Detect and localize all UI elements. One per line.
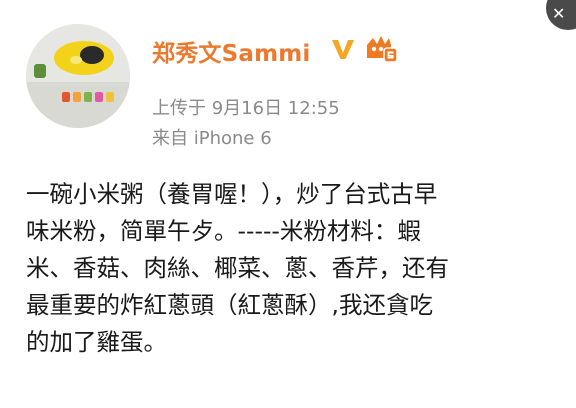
avatar[interactable] [26,24,130,128]
content-line: 味米粉，简單午歺。-----米粉材料：蝦 [26,217,421,245]
timestamp-value: 9月16日 12:55 [211,98,340,119]
timestamp-prefix: 上传于 [152,98,206,119]
verified-v-icon [332,40,354,59]
post-content: 一碗小米粥（養胃喔！），炒了台式古早 味米粉，简單午歺。-----米粉材料：蝦 … [26,176,546,361]
content-line: 一碗小米粥（養胃喔！），炒了台式古早 [26,180,438,208]
post-source: 来自 iPhone 6 [152,128,272,149]
content-line: 的加了雞蛋。 [26,328,167,356]
close-icon[interactable]: ✕ [546,0,576,30]
weibo-post-card: 郑秀文Sammi 上传于 9月16日 12:55 来自 iPhone 6 ✕ 一… [0,0,576,408]
avatar-image [26,24,130,128]
username-link[interactable]: 郑秀文Sammi [152,34,311,68]
vip-crown-badge-icon[interactable] [364,34,398,64]
content-line: 最重要的炸紅蔥頭（紅蔥酥）,我还貪吃 [26,291,433,319]
post-timestamp: 上传于 9月16日 12:55 [152,94,340,120]
close-x-glyph: ✕ [552,4,566,23]
content-line: 米、香菇、肉絲、椰菜、蔥、香芹，还有 [26,254,449,282]
